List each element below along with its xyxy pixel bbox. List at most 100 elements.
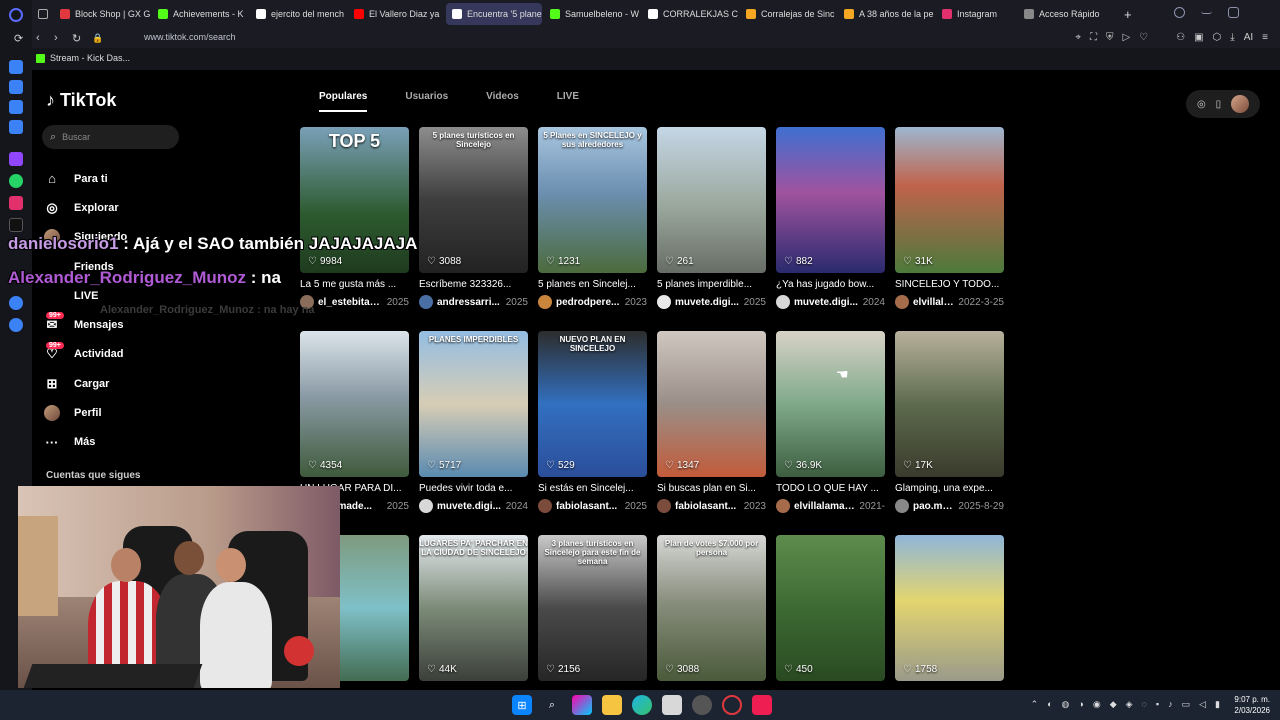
video-card[interactable]: Plan de votes $7.000 por persona ♡ 3088 xyxy=(657,535,766,681)
sidebar-item-actividad[interactable]: ♡ 99+ Actividad xyxy=(44,340,264,369)
video-card[interactable]: NUEVO PLAN EN SINCELEJO ♡ 529 Si estás en S… xyxy=(538,331,647,513)
volume-icon[interactable]: ◁ xyxy=(1199,699,1206,710)
search-taskbar-icon[interactable]: ⌕ xyxy=(542,695,562,715)
opera-logo-icon[interactable] xyxy=(9,8,23,22)
bookmark-kick-stream[interactable]: Stream - Kick Das... xyxy=(36,53,130,63)
sidebar-app-icon[interactable] xyxy=(9,60,23,74)
tray-icon[interactable]: ◍ xyxy=(1062,699,1070,710)
twitch-icon[interactable] xyxy=(9,152,23,166)
video-thumbnail[interactable]: ♡ 450 xyxy=(776,535,885,681)
username[interactable]: fabiolasant... xyxy=(556,501,620,512)
video-description[interactable]: Si estás en Sincelej... xyxy=(538,483,647,494)
account-icon[interactable]: ⚇ xyxy=(1176,32,1185,43)
browser-tab[interactable]: Encuentra '5 planes para xyxy=(446,3,542,25)
video-thumbnail[interactable]: PLANES IMPERDIBLES ♡ 5717 xyxy=(419,331,528,477)
username[interactable]: muvete.digi... xyxy=(437,501,501,512)
username[interactable]: andressarri... xyxy=(437,297,501,308)
video-card[interactable]: LUGARES PA' PARCHAR EN LA CIUDAD DE SINC… xyxy=(419,535,528,681)
browser-tab[interactable]: El Vallero Diaz ya xyxy=(348,3,444,25)
video-card[interactable]: PLANES IMPERDIBLES ♡ 5717 Puedes vivir toda… xyxy=(419,331,528,513)
tiktok-app-icon[interactable] xyxy=(752,695,772,715)
video-thumbnail[interactable]: 3 planes turísticos en Sincelejo para es… xyxy=(538,535,647,681)
avatar[interactable] xyxy=(538,295,552,309)
video-card[interactable]: ♡ 1347 Si buscas plan en Si... fabiolasant.… xyxy=(657,331,766,513)
browser-tab[interactable]: Achievements - K xyxy=(152,3,248,25)
tab-videos[interactable]: Videos xyxy=(486,91,519,112)
cube-icon[interactable]: ⬡ xyxy=(1213,32,1222,43)
browser-tab[interactable]: ejercito del mench xyxy=(250,3,346,25)
browser-tab[interactable]: A 38 años de la pe xyxy=(838,3,934,25)
tab-usuarios[interactable]: Usuarios xyxy=(405,91,448,112)
browser-tab[interactable]: Corralejas de Sinc xyxy=(740,3,836,25)
browser-tab[interactable]: CORRALEKJAS CI xyxy=(642,3,738,25)
tiktok-icon[interactable] xyxy=(9,218,23,232)
browser-tab[interactable]: Samuelbeleno - W xyxy=(544,3,640,25)
video-card[interactable]: ♡ 36.9K TODO LO QUE HAY ... elvillalamar...… xyxy=(776,331,885,513)
avatar[interactable] xyxy=(895,499,909,513)
video-thumbnail[interactable]: 5 planes turísticos en Sincelejo ♡ 3088 xyxy=(419,127,528,273)
tiktok-logo[interactable]: ♪ TikTok xyxy=(46,90,116,111)
avatar[interactable] xyxy=(657,499,671,513)
play-icon[interactable]: ▷ xyxy=(1122,32,1130,43)
browser-tab[interactable]: Acceso Rápido xyxy=(1018,3,1118,25)
username[interactable]: elvillalamar... xyxy=(913,297,954,308)
instagram-icon[interactable] xyxy=(9,196,23,210)
ai-icon[interactable]: AI xyxy=(1244,32,1253,43)
video-card[interactable]: ♡ 882 ¿Ya has jugado bow... muvete.digi... 2… xyxy=(776,127,885,309)
new-tab-button[interactable]: + xyxy=(1118,3,1138,25)
video-thumbnail[interactable]: ♡ 1347 xyxy=(657,331,766,477)
video-description[interactable]: ¿Ya has jugado bow... xyxy=(776,279,885,290)
browser-tab[interactable]: Instagram xyxy=(936,3,1016,25)
avatar[interactable] xyxy=(895,295,909,309)
settings-icon[interactable] xyxy=(9,318,23,332)
whatsapp-icon[interactable] xyxy=(9,174,23,188)
tray-icon[interactable]: ◉ xyxy=(1093,699,1101,710)
opera-gx-icon[interactable] xyxy=(722,695,742,715)
video-card[interactable]: ♡ 261 5 planes imperdible... muvete.digi...… xyxy=(657,127,766,309)
video-thumbnail[interactable]: ♡ 36.9K xyxy=(776,331,885,477)
video-description[interactable]: SINCELEJO Y TODO... xyxy=(895,279,1004,290)
video-thumbnail[interactable]: ♡ 882 xyxy=(776,127,885,273)
tray-icon[interactable]: ▪ xyxy=(1156,699,1159,710)
workspace-icon[interactable] xyxy=(32,3,54,25)
sidebar-item-para-ti[interactable]: ⌂ Para ti xyxy=(44,164,264,193)
forward-icon[interactable]: › xyxy=(54,32,58,44)
screenshot-icon[interactable]: ⛶ xyxy=(1090,32,1097,43)
username[interactable]: fabiolasant... xyxy=(675,501,739,512)
video-thumbnail[interactable]: ♡ 1758 xyxy=(895,535,1004,681)
avatar[interactable] xyxy=(419,295,433,309)
video-thumbnail[interactable]: 5 Planes en SINCELEJO y sus alrededores ♡… xyxy=(538,127,647,273)
avatar[interactable] xyxy=(776,295,790,309)
video-description[interactable]: 5 planes en Sincelej... xyxy=(538,279,647,290)
sidebar-item-explorar[interactable]: ◎ Explorar xyxy=(44,193,264,222)
video-thumbnail[interactable]: Plan de votes $7.000 por persona ♡ 3088 xyxy=(657,535,766,681)
search-tabs-icon[interactable] xyxy=(1174,7,1185,18)
phone-icon[interactable]: ▯ xyxy=(1216,99,1222,110)
browser-tab[interactable]: Block Shop | GX G xyxy=(54,3,150,25)
video-description[interactable]: TODO LO QUE HAY ... xyxy=(776,483,885,494)
network-icon[interactable]: ▭ xyxy=(1182,699,1191,710)
copilot-icon[interactable] xyxy=(572,695,592,715)
edge-icon[interactable] xyxy=(632,695,652,715)
back-icon[interactable]: ‹ xyxy=(36,32,40,44)
heart-icon[interactable]: ♡ xyxy=(1139,32,1148,43)
reload-icon[interactable]: ⟳ xyxy=(14,32,23,45)
tray-icon[interactable]: ◈ xyxy=(1126,699,1133,710)
avatar[interactable] xyxy=(419,499,433,513)
minimize-button[interactable] xyxy=(1201,7,1212,14)
video-thumbnail[interactable]: NUEVO PLAN EN SINCELEJO ♡ 529 xyxy=(538,331,647,477)
sidebar-app-icon[interactable] xyxy=(9,80,23,94)
compass-small-icon[interactable]: ◎ xyxy=(1197,99,1206,110)
video-card[interactable]: ♡17K Glamping, una expe... pao.marzola 2025… xyxy=(895,331,1004,513)
mic-icon[interactable]: ♪ xyxy=(1168,699,1173,710)
video-description[interactable]: Puedes vivir toda e... xyxy=(419,483,528,494)
tab-populares[interactable]: Populares xyxy=(319,91,368,112)
video-description[interactable]: Glamping, una expe... xyxy=(895,483,1004,494)
video-thumbnail[interactable]: ♡ 261 xyxy=(657,127,766,273)
video-card[interactable]: 5 Planes en SINCELEJO y sus alrededores ♡… xyxy=(538,127,647,309)
video-thumbnail[interactable]: ♡ 17K xyxy=(895,331,1004,477)
video-thumbnail[interactable]: ♡ 4354 xyxy=(300,331,409,477)
reload-button-icon[interactable]: ↻ xyxy=(72,32,81,45)
tray-icon[interactable]: ◐ xyxy=(1047,699,1052,710)
video-card[interactable]: ♡31K SINCELEJO Y TODO... elvillalamar... 20… xyxy=(895,127,1004,309)
